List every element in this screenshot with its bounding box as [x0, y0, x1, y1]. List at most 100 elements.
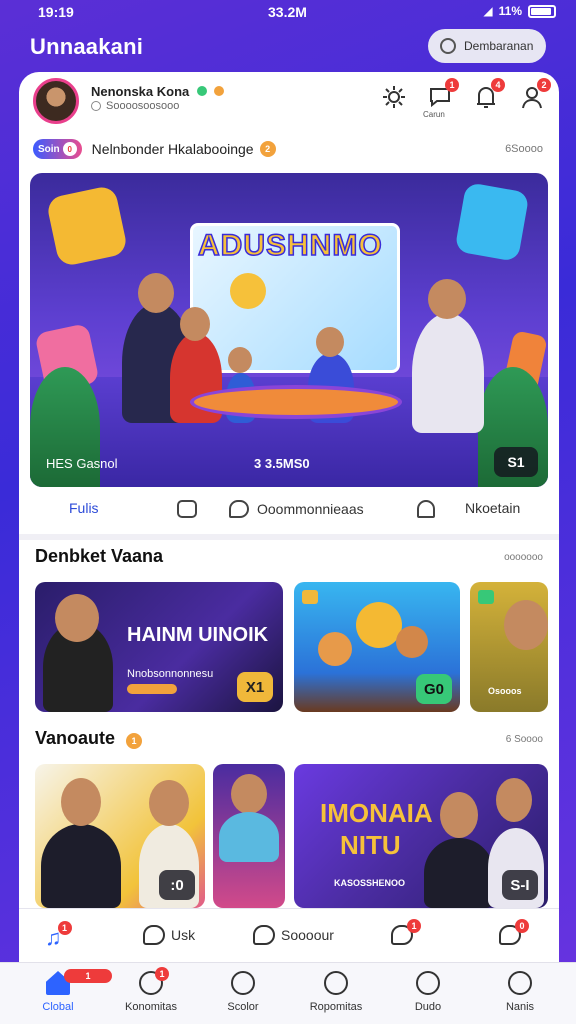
video-tile[interactable]: Osooos: [470, 582, 548, 712]
person-head: [55, 594, 99, 642]
person-figure: [424, 838, 494, 908]
tab-scolor[interactable]: Scolor: [195, 971, 291, 1013]
box-icon: [177, 500, 197, 518]
action-fulis[interactable]: Fulis: [69, 500, 99, 516]
section1-see-all[interactable]: ooooooo: [504, 552, 543, 563]
emoji-icon: [213, 86, 224, 96]
clock-icon: [440, 38, 456, 54]
profile-subtitle: Soooosoosooo: [91, 100, 179, 112]
avatar[interactable]: [33, 78, 79, 124]
share-badge: 1: [407, 919, 421, 933]
highlight-right[interactable]: 6Soooo: [505, 143, 543, 155]
person-head: [61, 778, 101, 826]
hero-title: ADUSHNMO: [197, 228, 383, 263]
person-head: [496, 778, 532, 822]
header-button[interactable]: Dembaranan: [428, 29, 546, 63]
chat-badge: 1: [445, 78, 459, 92]
subnav-share[interactable]: 1: [391, 919, 421, 945]
action-nkoetain-label: Nkoetain: [465, 500, 521, 516]
tile-corner-icon: [302, 590, 318, 604]
chat-label: Carun: [423, 110, 445, 119]
game-table: [190, 385, 402, 419]
tile-subtitle: Nnobsonnonnesu: [127, 668, 214, 680]
action-notify[interactable]: [417, 500, 435, 518]
search-icon: [324, 971, 348, 995]
profile-subtitle-text: Soooosoosooo: [106, 100, 180, 112]
hero-banner[interactable]: ADUSHNMO HES Gasnol 3 3.5MS0 S1: [30, 173, 548, 487]
chat-icon[interactable]: 1 Carun: [423, 78, 459, 119]
game-tile-icon: [454, 181, 530, 263]
status-right: ◢ 11%: [483, 4, 556, 18]
tab-bar: 1 Clobal 1 Konomitas Scolor Ropomitas Du…: [0, 962, 576, 1024]
tab-nanis[interactable]: Nanis: [472, 971, 568, 1013]
person-head: [504, 600, 548, 650]
tile-badge: :0: [159, 870, 195, 900]
video-tile[interactable]: G0: [294, 582, 460, 712]
action-row: Fulis Ooommonnieaas Nkoetain: [19, 496, 559, 526]
notification-icon: 0: [499, 919, 529, 945]
person-figure: [412, 313, 484, 433]
highlight-title: Nelnbonder Hkalabooinge: [91, 141, 254, 157]
subnav-usk[interactable]: Usk: [143, 925, 195, 945]
video-tile[interactable]: IMONAIA NITU KASOSSHENOO S-I: [294, 764, 548, 908]
battery-percent: 11%: [498, 4, 522, 18]
person-head: [180, 307, 210, 341]
chat-bubble-icon: [253, 925, 275, 945]
community-icon: 1: [139, 967, 169, 995]
person-head: [231, 774, 267, 814]
settings-icon[interactable]: [381, 84, 407, 110]
tab-nanis-label: Nanis: [505, 1001, 535, 1013]
subnav-music[interactable]: ♫ 1: [45, 921, 72, 951]
music-icon: ♫ 1: [45, 921, 72, 951]
section2-title: Vanoaute 1: [35, 728, 143, 749]
action-fulis-label: Fulis: [69, 500, 99, 516]
notification-icon[interactable]: 4: [473, 78, 505, 110]
notify-badge: 0: [515, 919, 529, 933]
cartoon-character: [396, 626, 428, 658]
tab-konomitas[interactable]: 1 Konomitas: [103, 967, 199, 1013]
notification-badge: 4: [491, 78, 505, 92]
person-figure: [219, 812, 279, 862]
hero-caption-center: 3 3.5MS0: [254, 456, 310, 471]
verified-icon: [196, 86, 207, 96]
action-comments[interactable]: Ooommonnieaas: [229, 500, 364, 518]
subnav-soooour[interactable]: Soooour: [253, 925, 334, 945]
action-nkoetain[interactable]: Nkoetain: [465, 500, 520, 516]
tile-badge: X1: [237, 672, 273, 702]
profile-icon[interactable]: 2: [519, 78, 551, 110]
person-head: [440, 792, 478, 838]
status-icon: [91, 101, 101, 111]
tab-dudo[interactable]: Dudo: [380, 971, 476, 1013]
action-box[interactable]: [177, 500, 197, 518]
app-title: Unnaakani: [30, 34, 144, 59]
user-icon: [508, 971, 532, 995]
video-tile[interactable]: :0: [35, 764, 205, 908]
highlight-count: 2: [259, 141, 276, 157]
music-badge: 1: [57, 921, 72, 935]
tile-badge: S-I: [502, 870, 538, 900]
person-head: [428, 279, 466, 319]
section2-see-all[interactable]: 6 Soooo: [506, 734, 543, 745]
tab-konomitas-badge: 1: [155, 967, 169, 981]
cartoon-character: [318, 632, 352, 666]
chip-label: Soin: [38, 143, 60, 155]
tab-ropomitas[interactable]: Ropomitas: [288, 971, 384, 1013]
hero-caption-left: HES Gasnol: [46, 456, 118, 471]
person-figure: [41, 824, 121, 908]
subnav-notify[interactable]: 0: [499, 919, 529, 945]
tile-headline: IMONAIA: [320, 798, 433, 828]
highlight-chip[interactable]: Soin 0: [33, 139, 82, 159]
chat-bubble-icon: [143, 925, 165, 945]
tile-subtitle: KASOSSHENOO: [334, 878, 406, 888]
tab-konomitas-label: Konomitas: [125, 1001, 177, 1013]
status-time: 19:19: [38, 4, 74, 20]
signal-icon: ◢: [483, 4, 493, 18]
video-tile[interactable]: [213, 764, 285, 908]
comment-icon: [229, 500, 249, 518]
share-icon: 1: [391, 919, 421, 945]
top-icon-row: 1 Carun 4 2: [381, 78, 551, 119]
action-comments-label: Ooommonnieaas: [257, 501, 364, 517]
tile-corner-icon: [478, 590, 494, 604]
video-tile[interactable]: HAINM UINOIK Nnobsonnonnesu X1: [35, 582, 283, 712]
tab-clobal[interactable]: 1 Clobal: [10, 969, 112, 1013]
